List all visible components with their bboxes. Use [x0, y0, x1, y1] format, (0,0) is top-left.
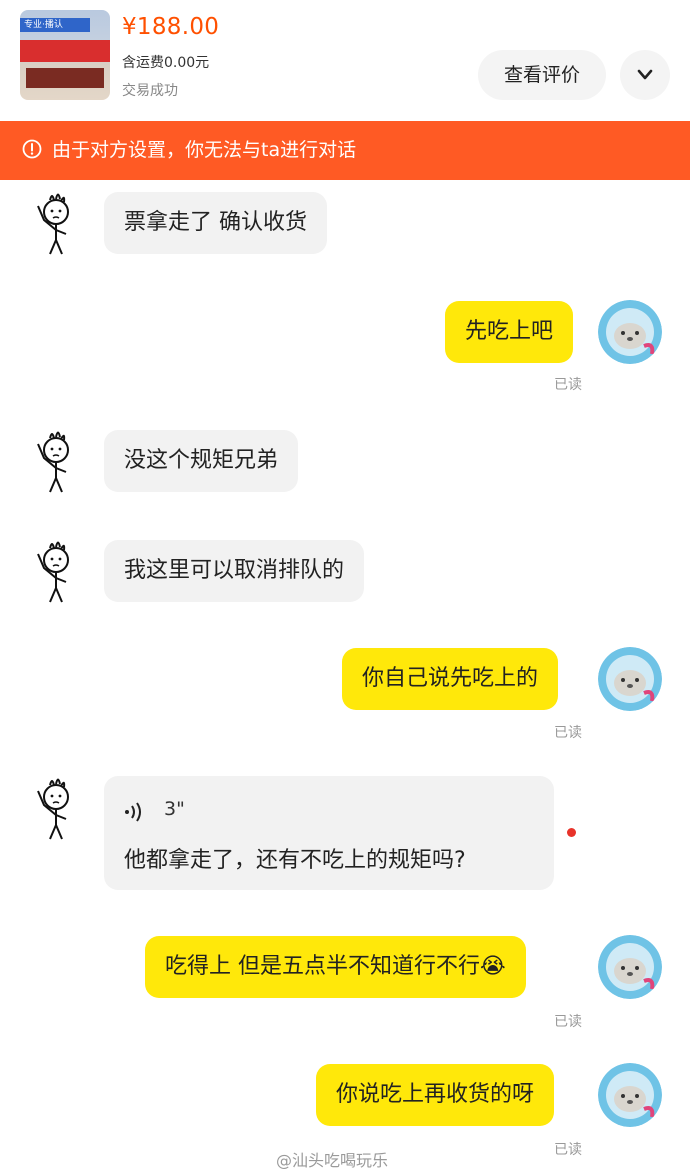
message-bubble-received[interactable]: 没这个规矩兄弟	[104, 430, 299, 492]
thumbnail-brown-sign	[26, 68, 104, 88]
read-receipt: 已读	[554, 725, 582, 741]
notice-text: 由于对方设置，你无法与ta进行对话	[52, 139, 357, 161]
view-review-button[interactable]: 查看评价	[478, 50, 606, 100]
thumbnail-shop-tag: 专业·播认	[20, 18, 90, 32]
product-thumbnail[interactable]: 专业·播认	[20, 10, 110, 100]
my-avatar[interactable]	[598, 300, 662, 364]
expand-button[interactable]	[620, 50, 670, 100]
chat-restriction-notice: 由于对方设置，你无法与ta进行对话	[0, 121, 690, 180]
message-bubble-sent[interactable]: 你自己说先吃上的	[342, 648, 559, 710]
my-avatar[interactable]	[598, 935, 662, 999]
seller-avatar[interactable]	[28, 775, 84, 841]
unread-dot	[567, 828, 576, 837]
watermark-text: @汕头吃喝玩乐	[276, 1151, 389, 1170]
message-bubble-sent[interactable]: 你说吃上再收货的呀	[316, 1064, 555, 1126]
voice-transcript: 他都拿走了，还有不吃上的规矩吗?	[124, 848, 466, 873]
my-avatar[interactable]	[598, 647, 662, 711]
read-receipt: 已读	[554, 1142, 582, 1158]
thumbnail-red-sign	[20, 40, 110, 62]
shipping-fee: 含运费0.00元	[122, 55, 210, 71]
seller-avatar[interactable]	[28, 428, 84, 494]
read-receipt: 已读	[554, 377, 582, 393]
voice-message-bubble[interactable]: 3" 他都拿走了，还有不吃上的规矩吗?	[104, 776, 554, 890]
seller-avatar[interactable]	[28, 538, 84, 604]
order-header: 专业·播认 ¥188.00 含运费0.00元 交易成功 查看评价	[0, 0, 690, 120]
seller-avatar[interactable]	[28, 190, 84, 256]
my-avatar[interactable]	[598, 1063, 662, 1127]
voice-wave-icon	[125, 802, 141, 822]
order-status: 交易成功	[122, 83, 178, 99]
voice-duration: 3"	[164, 798, 185, 820]
chevron-down-icon	[637, 69, 653, 80]
order-price: ¥188.00	[122, 14, 220, 40]
message-bubble-received[interactable]: 票拿走了 确认收货	[104, 192, 327, 254]
message-bubble-received[interactable]: 我这里可以取消排队的	[104, 540, 365, 602]
read-receipt: 已读	[554, 1014, 582, 1030]
alert-circle-icon	[22, 139, 42, 159]
message-bubble-sent[interactable]: 先吃上吧	[445, 301, 574, 363]
message-bubble-sent[interactable]: 吃得上 但是五点半不知道行不行😭	[145, 936, 526, 998]
